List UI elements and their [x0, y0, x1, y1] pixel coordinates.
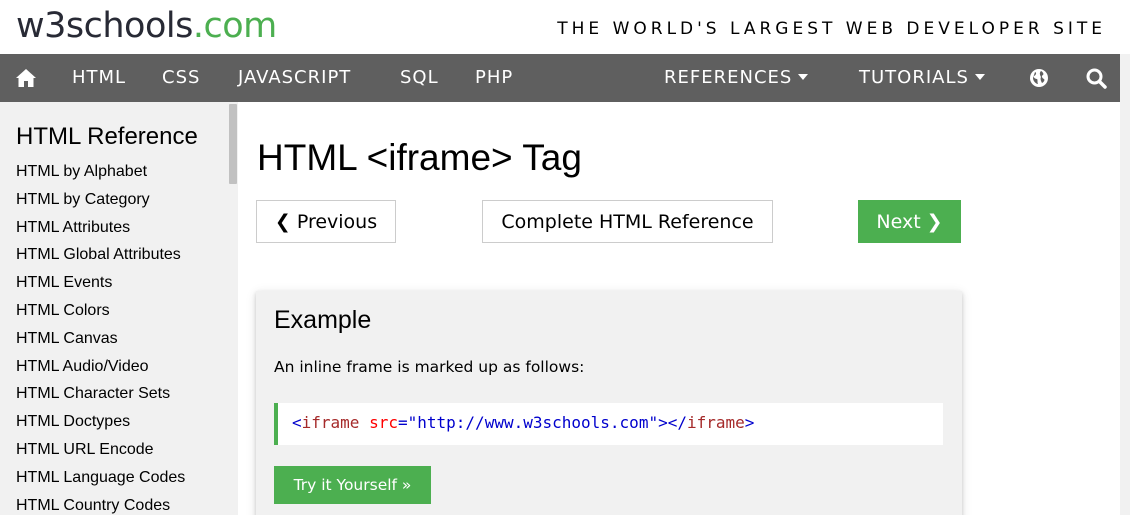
code-close-tag-name: iframe: [686, 413, 745, 432]
sidebar-scrollbar-thumb[interactable]: [229, 104, 237, 184]
code-close-bracket: >: [744, 413, 755, 432]
logo-main-text: w3schools: [16, 6, 193, 46]
nav-tutorials-label: TUTORIALS: [859, 67, 969, 88]
nav-javascript[interactable]: JAVASCRIPT: [238, 54, 351, 102]
complete-reference-button[interactable]: Complete HTML Reference: [482, 200, 773, 243]
example-title: Example: [274, 306, 372, 334]
example-panel: Example An inline frame is marked up as …: [256, 291, 962, 515]
sidebar-title: HTML Reference: [16, 123, 198, 150]
sidebar-item-html-by-category[interactable]: HTML by Category: [16, 191, 185, 219]
top-navbar: HTML CSS JAVASCRIPT SQL PHP REFERENCES T…: [0, 54, 1120, 102]
try-it-yourself-button[interactable]: Try it Yourself »: [274, 466, 431, 504]
sidebar-item-html-doctypes[interactable]: HTML Doctypes: [16, 413, 185, 441]
sidebar-item-html-global-attributes[interactable]: HTML Global Attributes: [16, 246, 185, 274]
nav-references-label: REFERENCES: [664, 67, 793, 88]
caret-down-icon: [798, 74, 809, 80]
site-tagline: THE WORLD'S LARGEST WEB DEVELOPER SITE: [557, 19, 1106, 39]
code-attr-value: "http://www.w3schools.com": [407, 413, 659, 432]
sidebar-item-html-canvas[interactable]: HTML Canvas: [16, 330, 185, 358]
code-block: <iframe src="http://www.w3schools.com"><…: [274, 403, 943, 445]
sidebar-item-html-colors[interactable]: HTML Colors: [16, 302, 185, 330]
w3schools-logo[interactable]: w3schools.com: [16, 4, 277, 48]
nav-references-dropdown[interactable]: REFERENCES: [664, 54, 809, 102]
previous-button[interactable]: ❮ Previous: [256, 200, 396, 243]
sidebar-item-html-attributes[interactable]: HTML Attributes: [16, 219, 185, 247]
globe-icon[interactable]: [1020, 54, 1058, 102]
logo-suffix-text: .com: [192, 6, 277, 46]
nav-html[interactable]: HTML: [72, 54, 126, 102]
example-description: An inline frame is marked up as follows:: [274, 358, 585, 376]
sidebar-item-html-audio-video[interactable]: HTML Audio/Video: [16, 358, 185, 386]
sidebar-item-html-events[interactable]: HTML Events: [16, 274, 185, 302]
next-button[interactable]: Next ❯: [858, 200, 961, 243]
sidebar-item-html-country-codes[interactable]: HTML Country Codes: [16, 497, 185, 515]
sidebar-list: HTML by Alphabet HTML by Category HTML A…: [16, 163, 185, 515]
code-mid-brackets: ></: [658, 413, 687, 432]
nav-css[interactable]: CSS: [162, 54, 200, 102]
search-icon[interactable]: [1076, 54, 1116, 102]
code-line: <iframe src="http://www.w3schools.com"><…: [292, 413, 754, 432]
code-attr-name: src: [369, 413, 398, 432]
home-icon[interactable]: [0, 54, 52, 102]
nav-sql[interactable]: SQL: [400, 54, 439, 102]
sidebar-item-html-character-sets[interactable]: HTML Character Sets: [16, 385, 185, 413]
code-tag-name: iframe: [301, 413, 360, 432]
top-header: w3schools.com THE WORLD'S LARGEST WEB DE…: [0, 0, 1130, 54]
nav-php[interactable]: PHP: [475, 54, 513, 102]
sidebar-item-html-language-codes[interactable]: HTML Language Codes: [16, 469, 185, 497]
caret-down-icon: [974, 74, 985, 80]
sidebar-item-html-by-alphabet[interactable]: HTML by Alphabet: [16, 163, 185, 191]
sidebar: HTML Reference HTML by Alphabet HTML by …: [0, 102, 238, 515]
page-title: HTML <iframe> Tag: [257, 137, 582, 178]
code-equals: =: [397, 413, 408, 432]
sidebar-item-html-url-encode[interactable]: HTML URL Encode: [16, 441, 185, 469]
code-open-bracket: <: [292, 413, 302, 432]
page-scrollbar-track[interactable]: [1120, 54, 1130, 515]
nav-tutorials-dropdown[interactable]: TUTORIALS: [859, 54, 985, 102]
